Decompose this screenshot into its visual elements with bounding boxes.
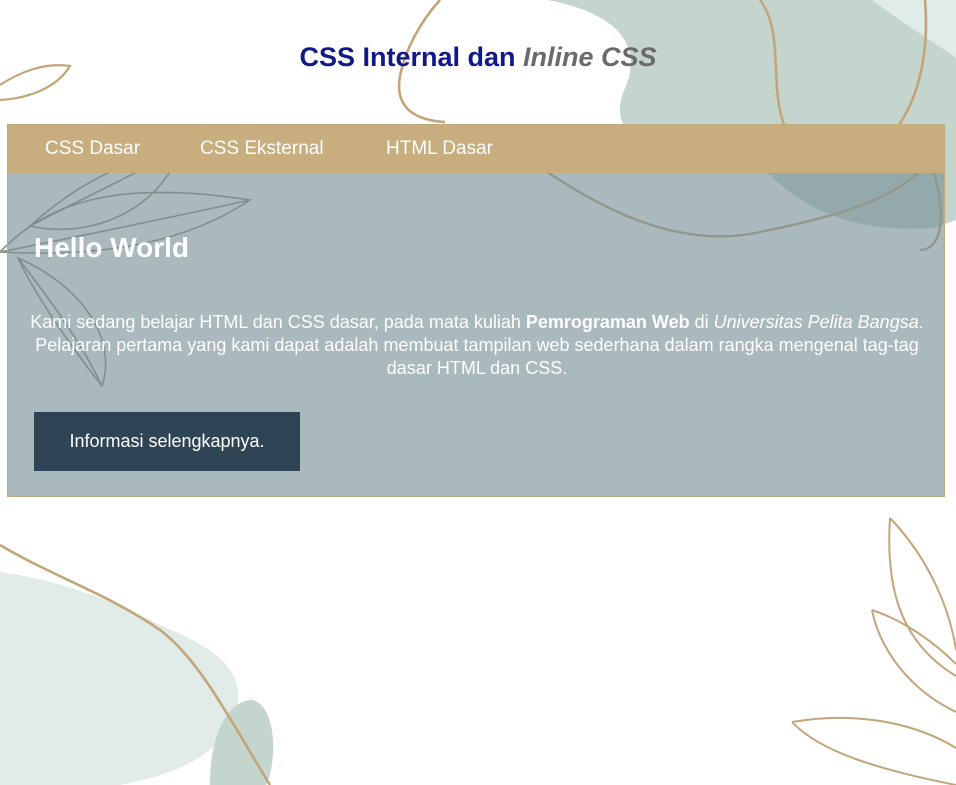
hero-university-name: Universitas Pelita Bangsa	[713, 312, 919, 332]
hero-heading: Hello World	[34, 232, 190, 263]
main-container: CSS Dasar CSS Eksternal HTML Dasar Hello…	[7, 124, 945, 497]
nav-link-css-dasar[interactable]: CSS Dasar	[45, 138, 140, 160]
nav-link-css-eksternal[interactable]: CSS Eksternal	[200, 138, 324, 160]
hero-paragraph: Kami sedang belajar HTML dan CSS dasar, …	[28, 311, 926, 380]
nav-link-html-dasar[interactable]: HTML Dasar	[386, 138, 493, 160]
navbar: CSS Dasar CSS Eksternal HTML Dasar	[8, 125, 944, 173]
page-title-main: CSS Internal dan	[299, 42, 523, 72]
leaf-bottom-right-group	[791, 517, 956, 785]
hero-text-part2: di	[689, 312, 714, 332]
page-title: CSS Internal dan Inline CSS	[0, 42, 956, 73]
hero-text-part1: Kami sedang belajar HTML dan CSS dasar, …	[30, 312, 526, 332]
hero-course-name: Pemrograman Web	[525, 312, 690, 332]
more-info-button[interactable]: Informasi selengkapnya.	[34, 412, 300, 471]
page-title-accent: Inline CSS	[523, 42, 657, 72]
